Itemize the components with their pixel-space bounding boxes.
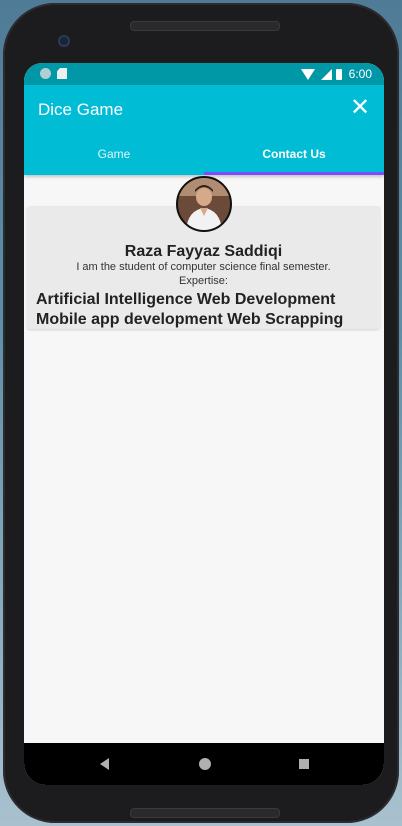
expertise-line: Mobile app development Web Scrapping xyxy=(36,311,344,328)
nav-back-icon[interactable] xyxy=(100,758,109,770)
phone-frame: 6:00 Dice Game ✕ Game Contact Us Raza Fa… xyxy=(3,3,399,823)
expertise-list: Artificial Intelligence Web Development … xyxy=(36,290,376,330)
signal-icon xyxy=(320,68,332,80)
tab-indicator xyxy=(204,172,384,175)
expertise-line: Artificial Intelligence Web Development xyxy=(36,291,336,308)
wifi-icon xyxy=(300,68,315,80)
expertise-label: Expertise: xyxy=(179,275,228,287)
camera-icon xyxy=(58,35,70,47)
tab-game[interactable]: Game xyxy=(24,136,204,172)
close-icon[interactable]: ✕ xyxy=(348,96,372,120)
status-bar: 6:00 xyxy=(24,63,384,85)
tab-contact-us[interactable]: Contact Us xyxy=(204,136,384,172)
screen: 6:00 Dice Game ✕ Game Contact Us Raza Fa… xyxy=(24,63,384,785)
profile-name: Raza Fayyaz Saddiqi xyxy=(124,243,283,260)
status-time: 6:00 xyxy=(348,67,372,81)
bottom-speaker xyxy=(130,808,280,818)
avatar xyxy=(176,176,232,232)
nav-recents-icon[interactable] xyxy=(299,759,309,769)
profile-bio: I am the student of computer science fin… xyxy=(76,261,331,273)
notification-dot-icon xyxy=(40,68,51,79)
avatar-photo xyxy=(178,178,230,230)
sd-card-icon xyxy=(57,68,67,79)
system-nav-bar xyxy=(24,743,384,785)
battery-icon xyxy=(335,68,342,80)
top-speaker xyxy=(130,21,280,31)
app-bar: Dice Game ✕ Game Contact Us xyxy=(24,85,384,175)
app-title: Dice Game xyxy=(38,100,124,119)
nav-home-icon[interactable] xyxy=(199,758,211,770)
